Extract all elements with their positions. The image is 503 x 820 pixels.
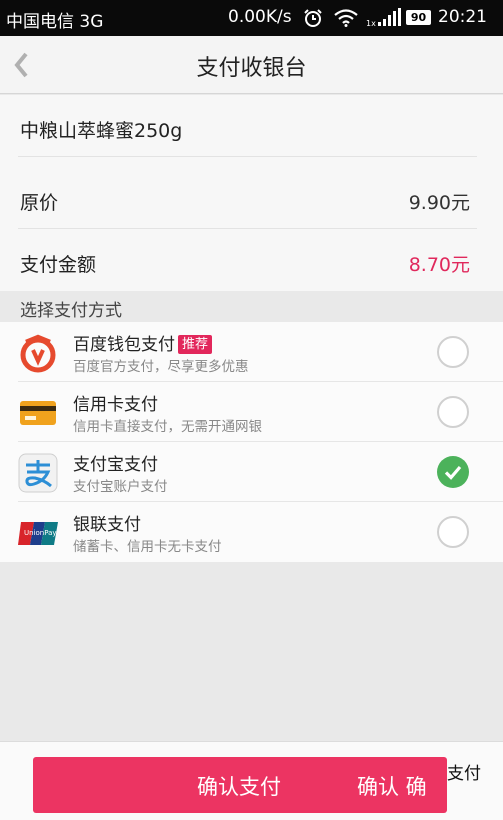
status-bar: 中国电信 3G 0.00K/s 1x 90 20:21 xyxy=(0,0,503,36)
payment-option-desc: 支付宝账户支付 xyxy=(73,479,168,495)
pay-label: 支付 xyxy=(447,764,481,784)
original-price-value: 9.90元 xyxy=(408,192,470,214)
pay-amount-value: 8.70元 xyxy=(408,254,470,276)
payment-option-alipay[interactable]: 支付宝支付 支付宝账户支付 xyxy=(0,442,503,502)
divider xyxy=(18,156,477,157)
payment-option-name: 信用卡支付 xyxy=(73,395,158,415)
product-row: 中粮山萃蜂蜜250g xyxy=(0,95,503,157)
check-icon xyxy=(444,465,462,480)
nav-bar: 支付收银台 xyxy=(0,36,503,94)
net-speed-label: 0.00K/s xyxy=(228,7,292,27)
pay-amount-label: 支付金额 xyxy=(20,254,97,276)
original-price-label: 原价 xyxy=(20,192,59,214)
order-summary: 中粮山萃蜂蜜250g 原价 9.90元 支付金额 8.70元 xyxy=(0,95,503,291)
payment-option-name: 百度钱包支付 xyxy=(73,335,175,355)
original-price-row: 原价 9.90元 xyxy=(0,167,503,229)
confirm-pay-label-overlap: 确认 确 xyxy=(357,775,427,799)
wifi-icon xyxy=(334,9,358,27)
confirm-pay-label: 确认支付 xyxy=(197,775,281,799)
payment-option-desc: 百度官方支付，尽享更多优惠 xyxy=(73,359,249,375)
carrier-label: 中国电信 3G xyxy=(6,12,104,32)
battery-icon: 90 xyxy=(406,10,431,25)
payment-option-desc: 信用卡直接支付，无需开通网银 xyxy=(73,419,262,435)
payment-option-name: 银联支付 xyxy=(73,515,141,535)
radio-button[interactable] xyxy=(437,336,469,368)
payment-option-credit-card[interactable]: 信用卡支付 信用卡直接支付，无需开通网银 xyxy=(0,382,503,442)
recommend-badge: 推荐 xyxy=(178,335,213,354)
credit-card-icon xyxy=(20,401,56,425)
payment-section-title: 选择支付方式 xyxy=(20,301,122,321)
payment-option-name: 支付宝支付 xyxy=(73,455,158,475)
alipay-icon xyxy=(18,453,58,493)
payment-option-unionpay[interactable]: UnionPay 银联支付 储蓄卡、信用卡无卡支付 xyxy=(0,502,503,562)
page-title: 支付收银台 xyxy=(196,56,307,81)
svg-text:1x: 1x xyxy=(366,19,376,28)
unionpay-icon: UnionPay xyxy=(18,522,58,545)
payment-methods-list: 百度钱包支付 推荐 百度官方支付，尽享更多优惠 信用卡支付 信用卡直接支付，无需开… xyxy=(0,322,503,562)
payment-option-baidu-wallet[interactable]: 百度钱包支付 推荐 百度官方支付，尽享更多优惠 xyxy=(0,322,503,382)
pay-amount-row: 支付金额 8.70元 xyxy=(0,229,503,291)
confirm-pay-button[interactable]: 确认支付 确认 确 xyxy=(33,757,447,813)
radio-button-selected[interactable] xyxy=(437,456,469,488)
baidu-wallet-icon xyxy=(20,334,56,373)
radio-button[interactable] xyxy=(437,396,469,428)
signal-strength-icon: 1x xyxy=(366,8,401,28)
payment-option-desc: 储蓄卡、信用卡无卡支付 xyxy=(73,539,222,555)
alarm-clock-icon xyxy=(304,9,322,27)
product-name: 中粮山萃蜂蜜250g xyxy=(20,120,183,142)
radio-button[interactable] xyxy=(437,516,469,548)
svg-text:UnionPay: UnionPay xyxy=(24,529,57,537)
bottom-bar: 确认支付 确认 确 支付 xyxy=(0,741,503,820)
clock-label: 20:21 xyxy=(438,7,487,27)
